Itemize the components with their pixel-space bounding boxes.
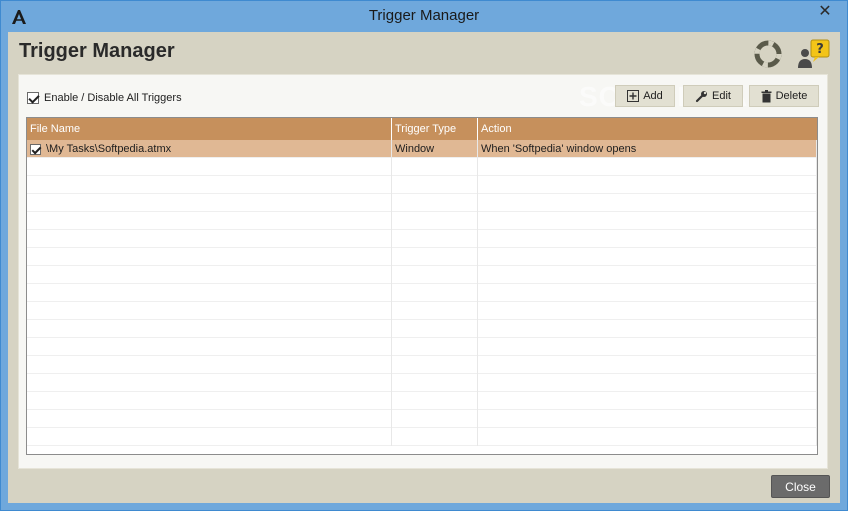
empty-cell bbox=[392, 320, 478, 338]
empty-cell bbox=[27, 428, 392, 446]
empty-table-row bbox=[27, 338, 817, 356]
empty-cell bbox=[478, 356, 817, 374]
empty-cell bbox=[392, 176, 478, 194]
empty-cell bbox=[478, 410, 817, 428]
edit-button-label: Edit bbox=[712, 90, 731, 102]
empty-cell bbox=[478, 392, 817, 410]
empty-table-row bbox=[27, 356, 817, 374]
empty-cell bbox=[392, 374, 478, 392]
close-button[interactable]: Close bbox=[771, 475, 830, 498]
empty-table-row bbox=[27, 410, 817, 428]
add-button[interactable]: Add bbox=[615, 85, 675, 107]
empty-cell bbox=[392, 248, 478, 266]
empty-cell bbox=[392, 428, 478, 446]
row-enable-checkbox[interactable] bbox=[30, 143, 41, 155]
empty-table-row bbox=[27, 176, 817, 194]
empty-table-row bbox=[27, 212, 817, 230]
user-question-icon[interactable]: ? bbox=[795, 38, 831, 70]
empty-table-row bbox=[27, 374, 817, 392]
empty-cell bbox=[478, 266, 817, 284]
empty-cell bbox=[27, 302, 392, 320]
empty-cell bbox=[392, 392, 478, 410]
column-header-action[interactable]: Action bbox=[478, 118, 817, 140]
empty-cell bbox=[392, 410, 478, 428]
empty-cell bbox=[392, 158, 478, 176]
delete-button[interactable]: Delete bbox=[749, 85, 819, 107]
enable-all-label: Enable / Disable All Triggers bbox=[44, 92, 182, 104]
delete-button-label: Delete bbox=[775, 90, 808, 102]
empty-cell bbox=[478, 320, 817, 338]
add-icon bbox=[627, 90, 640, 102]
empty-cell bbox=[478, 284, 817, 302]
empty-table-row bbox=[27, 284, 817, 302]
page-title: Trigger Manager bbox=[19, 40, 175, 62]
empty-cell bbox=[478, 158, 817, 176]
empty-cell bbox=[392, 266, 478, 284]
empty-cell bbox=[478, 338, 817, 356]
title-bar[interactable]: Trigger Manager ✕ bbox=[1, 1, 847, 32]
empty-table-row bbox=[27, 302, 817, 320]
wrench-icon bbox=[695, 90, 708, 102]
empty-cell bbox=[27, 374, 392, 392]
empty-cell bbox=[478, 176, 817, 194]
empty-cell bbox=[478, 230, 817, 248]
column-header-trigger-type[interactable]: Trigger Type bbox=[392, 118, 478, 140]
empty-cell bbox=[392, 338, 478, 356]
empty-cell bbox=[27, 338, 392, 356]
empty-cell bbox=[392, 302, 478, 320]
file-name-value: \My Tasks\Softpedia.atmx bbox=[46, 143, 172, 155]
empty-cell bbox=[27, 176, 392, 194]
empty-cell bbox=[392, 356, 478, 374]
empty-cell bbox=[392, 284, 478, 302]
empty-table-row bbox=[27, 392, 817, 410]
add-button-label: Add bbox=[643, 90, 663, 102]
dialog-body: Trigger Manager ? Enable / Disable All T… bbox=[8, 32, 840, 503]
empty-cell bbox=[27, 194, 392, 212]
trash-icon bbox=[761, 89, 772, 102]
empty-cell bbox=[392, 212, 478, 230]
enable-all-toggle[interactable]: Enable / Disable All Triggers bbox=[27, 90, 182, 106]
lifebuoy-icon[interactable] bbox=[754, 40, 782, 68]
empty-cell bbox=[478, 302, 817, 320]
file-name-cell: \My Tasks\Softpedia.atmx bbox=[27, 140, 392, 158]
empty-cell bbox=[27, 248, 392, 266]
empty-cell bbox=[392, 194, 478, 212]
empty-table-row bbox=[27, 266, 817, 284]
window-title: Trigger Manager bbox=[368, 7, 480, 24]
empty-cell bbox=[27, 356, 392, 374]
empty-cell bbox=[27, 284, 392, 302]
triggers-panel: Enable / Disable All Triggers SOFTPEDIA … bbox=[18, 74, 828, 469]
empty-cell bbox=[478, 428, 817, 446]
empty-cell bbox=[27, 410, 392, 428]
empty-cell bbox=[478, 248, 817, 266]
svg-text:?: ? bbox=[816, 42, 824, 57]
empty-table-row bbox=[27, 428, 817, 446]
empty-cell bbox=[27, 158, 392, 176]
empty-table-row bbox=[27, 158, 817, 176]
empty-cell bbox=[392, 230, 478, 248]
empty-cell bbox=[27, 230, 392, 248]
empty-cell bbox=[478, 374, 817, 392]
empty-table-row bbox=[27, 230, 817, 248]
empty-table-row bbox=[27, 320, 817, 338]
empty-cell bbox=[27, 320, 392, 338]
empty-cell bbox=[478, 194, 817, 212]
enable-all-checkbox[interactable] bbox=[27, 92, 39, 104]
triggers-table[interactable]: File Name Trigger Type Action \My Tasks\… bbox=[26, 117, 818, 455]
app-window: Trigger Manager ✕ Trigger Manager ? Enab… bbox=[0, 0, 848, 511]
trigger-type-cell: Window bbox=[392, 140, 478, 158]
empty-cell bbox=[27, 212, 392, 230]
empty-cell bbox=[27, 392, 392, 410]
empty-table-row bbox=[27, 194, 817, 212]
action-cell: When 'Softpedia' window opens bbox=[478, 140, 817, 158]
empty-cell bbox=[478, 212, 817, 230]
column-header-file-name[interactable]: File Name bbox=[27, 118, 392, 140]
empty-cell bbox=[27, 266, 392, 284]
empty-table-row bbox=[27, 248, 817, 266]
edit-button[interactable]: Edit bbox=[683, 85, 743, 107]
window-close-icon[interactable]: ✕ bbox=[808, 2, 842, 22]
table-row[interactable]: \My Tasks\Softpedia.atmx Window When 'So… bbox=[27, 140, 817, 158]
table-header: File Name Trigger Type Action bbox=[27, 118, 817, 140]
